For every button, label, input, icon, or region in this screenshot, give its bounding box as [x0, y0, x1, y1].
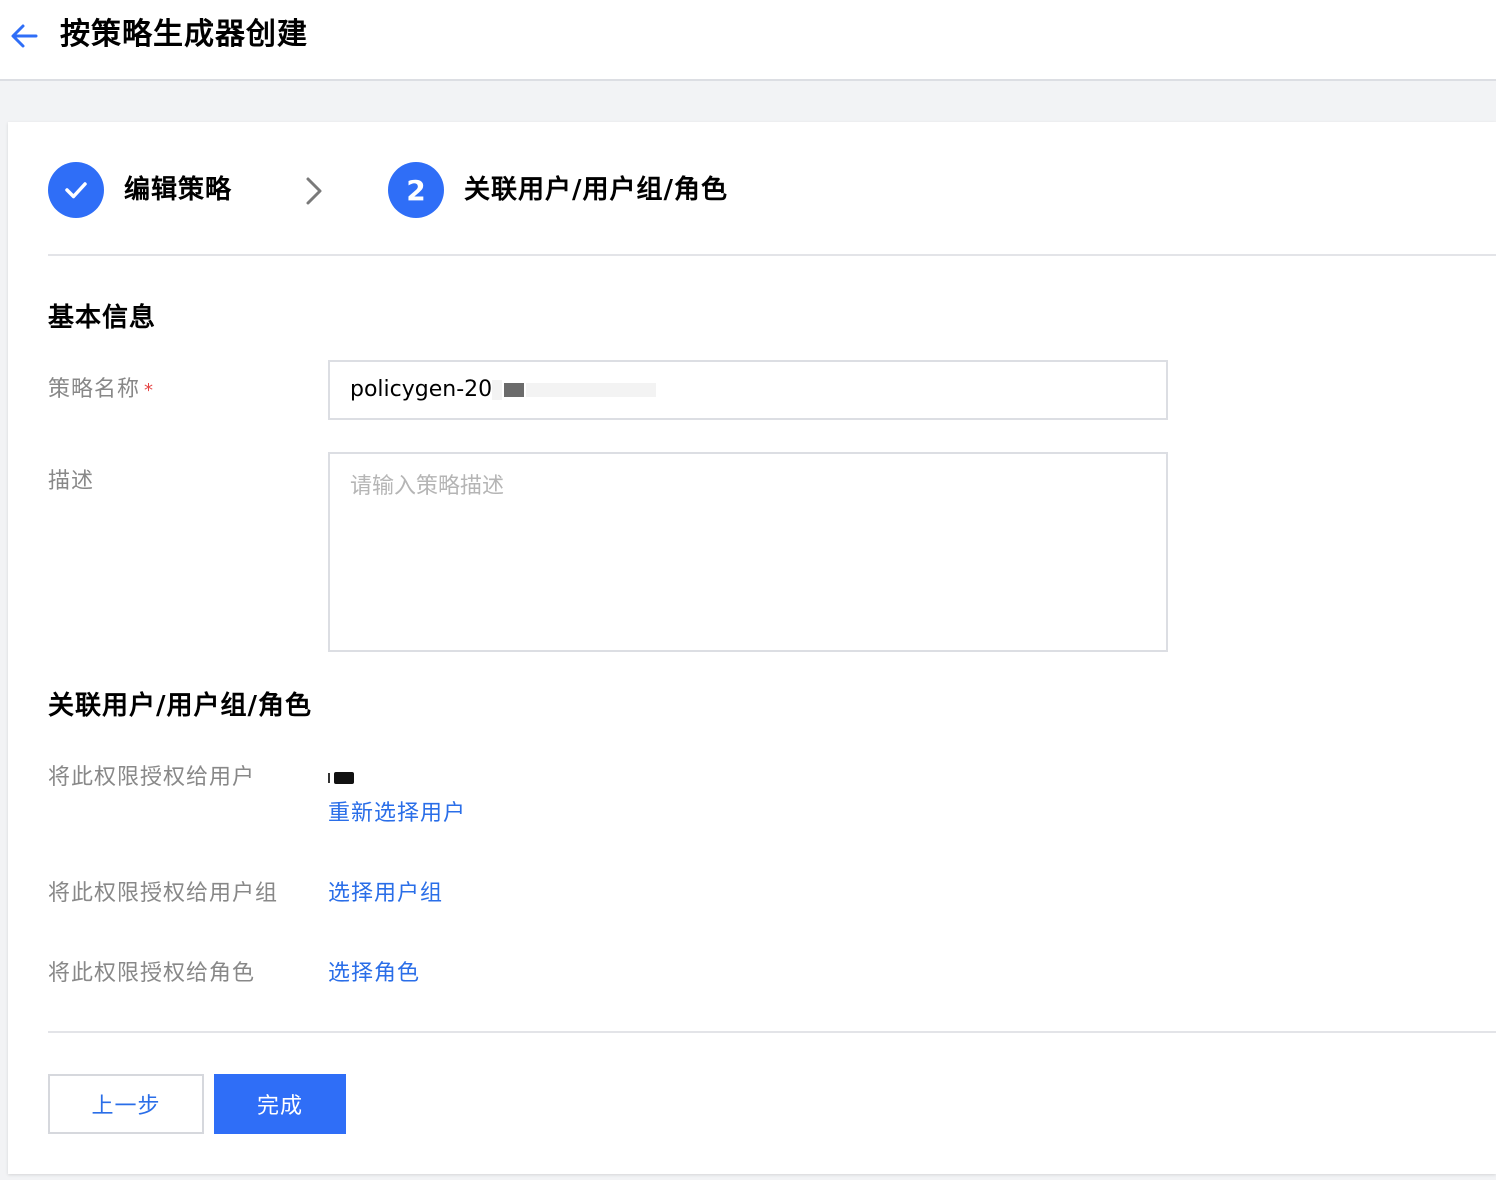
grant-group-label: 将此权限授权给用户组	[48, 881, 279, 906]
redacted-text	[492, 380, 503, 400]
footer-divider	[48, 1031, 1496, 1033]
grant-user-label: 将此权限授权给用户	[48, 765, 256, 790]
grant-role-label: 将此权限授权给角色	[48, 961, 256, 986]
association-title: 关联用户/用户组/角色	[48, 691, 312, 721]
select-role-link[interactable]: 选择角色	[328, 958, 420, 990]
top-bar: 按策略生成器创建	[0, 0, 1496, 81]
redacted-text	[526, 383, 657, 397]
arrow-left-icon[interactable]	[8, 20, 40, 52]
redacted-text	[504, 383, 525, 397]
description-label: 描述	[48, 469, 95, 494]
step-2-number-badge: 2	[388, 162, 444, 218]
policy-name-input[interactable]: policygen-20	[328, 360, 1168, 420]
policy-name-value: policygen-20	[350, 377, 493, 402]
step-1-completed-badge	[48, 162, 104, 218]
description-textarea[interactable]	[328, 452, 1168, 652]
basic-info-title: 基本信息	[48, 303, 157, 333]
steps-divider	[48, 254, 1496, 256]
select-group-link[interactable]: 选择用户组	[328, 878, 443, 910]
check-icon	[65, 182, 87, 199]
step-1-label: 编辑策略	[124, 175, 233, 205]
required-mark: *	[144, 380, 155, 401]
step-2-label: 关联用户/用户组/角色	[464, 175, 728, 205]
page-title: 按策略生成器创建	[60, 17, 308, 52]
finish-button[interactable]: 完成	[214, 1074, 346, 1134]
previous-step-button[interactable]: 上一步	[48, 1074, 204, 1134]
policy-name-label: 策略名称 *	[48, 377, 155, 402]
selected-user-redacted	[328, 772, 354, 784]
reselect-user-link[interactable]: 重新选择用户	[328, 798, 466, 830]
chevron-right-icon	[306, 177, 322, 205]
